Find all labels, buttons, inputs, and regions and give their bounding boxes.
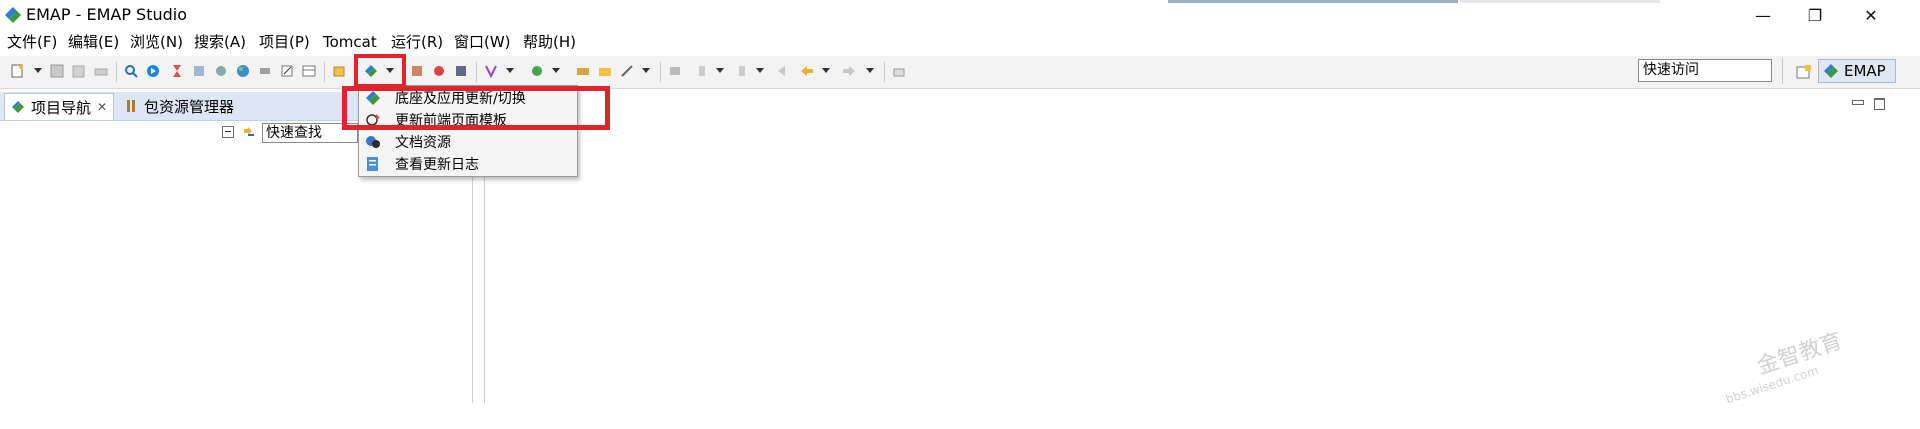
menu-item-document-resources[interactable]: 文档资源 <box>359 131 577 153</box>
close-tab-icon[interactable]: ✕ <box>97 100 107 114</box>
dropdown-arrow[interactable] <box>756 68 764 73</box>
tool-icon-5[interactable] <box>432 64 446 78</box>
hourglass-icon[interactable] <box>170 64 184 78</box>
update-log-icon <box>367 157 378 171</box>
open-folder-icon[interactable] <box>598 64 612 78</box>
restore-icon: ❐ <box>1807 5 1823 25</box>
new-dropdown-arrow[interactable] <box>34 68 42 73</box>
menu-tomcat[interactable]: Tomcat <box>323 32 377 52</box>
minimize-icon: — <box>1755 5 1771 25</box>
menu-browse[interactable]: 浏览(N) <box>130 32 183 52</box>
dropdown-arrow[interactable] <box>716 68 724 73</box>
tab-label: 包资源管理器 <box>144 97 235 116</box>
tab-project-navigator[interactable]: 项目导航 ✕ <box>4 93 115 120</box>
pin-editor-icon[interactable] <box>892 64 906 78</box>
last-edit-icon[interactable] <box>776 64 790 78</box>
menu-run[interactable]: 运行(R) <box>391 32 443 52</box>
toolbar-separator <box>884 62 885 82</box>
forward-dropdown-arrow[interactable] <box>866 68 874 73</box>
toolbar-separator <box>116 62 117 82</box>
table-icon[interactable] <box>302 64 316 78</box>
tool-icon-1[interactable] <box>192 64 206 78</box>
print-icon[interactable] <box>94 64 108 78</box>
menu-item-label: 文档资源 <box>395 135 451 151</box>
menu-item-label: 查看更新日志 <box>395 157 479 173</box>
menu-item-view-update-log[interactable]: 查看更新日志 <box>359 153 577 175</box>
title-bar <box>0 0 1920 30</box>
background-window-strip <box>1168 0 1458 3</box>
back-icon[interactable] <box>800 64 814 78</box>
tool-icon-6[interactable] <box>454 64 468 78</box>
menu-bar: 文件(F) 编辑(E) 浏览(N) 搜索(A) 项目(P) Tomcat 运行(… <box>0 30 1920 54</box>
menu-window[interactable]: 窗口(W) <box>454 32 511 52</box>
minimize-view-icon[interactable] <box>1852 100 1864 105</box>
tool-icon-4[interactable] <box>410 64 424 78</box>
tool-icon-8[interactable] <box>576 64 590 78</box>
editor-area <box>484 92 1920 403</box>
tool-icon-10[interactable] <box>668 64 682 78</box>
toolbar-separator <box>324 62 325 82</box>
project-navigator-icon <box>12 101 24 113</box>
emap-logo-icon <box>5 7 21 23</box>
menu-edit[interactable]: 编辑(E) <box>68 32 119 52</box>
menu-project[interactable]: 项目(P) <box>259 32 310 52</box>
tool-icon-9[interactable] <box>620 64 634 78</box>
forward-icon[interactable] <box>842 64 856 78</box>
save-icon[interactable] <box>50 64 64 78</box>
search-icon[interactable] <box>124 64 138 78</box>
quick-access-input[interactable]: 快速访问 <box>1638 59 1772 82</box>
open-perspective-icon[interactable] <box>1796 64 1812 80</box>
toolbar-separator <box>660 62 661 82</box>
perspective-label: EMAP <box>1844 62 1886 80</box>
prev-annotation-icon[interactable] <box>736 64 750 78</box>
emap-perspective-icon <box>1824 64 1838 78</box>
menu-help[interactable]: 帮助(H) <box>523 32 576 52</box>
maximize-view-icon[interactable] <box>1874 98 1885 110</box>
debug-icon[interactable] <box>530 64 544 78</box>
globe-icon[interactable] <box>236 64 250 78</box>
dropdown-arrow[interactable] <box>642 68 650 73</box>
back-dropdown-arrow[interactable] <box>822 68 830 73</box>
annotation-highlight-toolbar-button <box>354 54 406 88</box>
run-icon[interactable] <box>146 64 160 78</box>
close-icon: ✕ <box>1864 5 1878 25</box>
tab-package-explorer[interactable]: 包资源管理器 <box>118 93 240 119</box>
document-resource-icon <box>366 136 380 148</box>
next-annotation-icon[interactable] <box>696 64 710 78</box>
menu-file[interactable]: 文件(F) <box>7 32 57 52</box>
minimize-window-button[interactable]: — <box>1740 0 1786 30</box>
window-title: EMAP - EMAP Studio <box>26 5 188 24</box>
collapse-all-icon[interactable] <box>222 126 234 138</box>
toolbar-separator <box>476 62 477 82</box>
tool-icon-2[interactable] <box>214 64 228 78</box>
restore-window-button[interactable]: ❐ <box>1792 0 1838 30</box>
menu-search[interactable]: 搜索(A) <box>194 32 246 52</box>
package-icon[interactable] <box>332 64 346 78</box>
new-icon[interactable] <box>10 64 24 78</box>
annotation-highlight-menu-items <box>342 86 610 130</box>
edit-icon[interactable] <box>280 64 294 78</box>
link-with-editor-icon[interactable] <box>242 125 256 139</box>
emap-perspective-button[interactable]: EMAP <box>1818 59 1896 83</box>
dropdown-arrow[interactable] <box>506 68 514 73</box>
dropdown-arrow[interactable] <box>552 68 560 73</box>
tab-label: 项目导航 <box>31 98 92 117</box>
save-all-icon[interactable] <box>72 64 86 78</box>
package-explorer-icon <box>127 100 135 112</box>
background-window-strip-2 <box>1460 0 1660 3</box>
toolbar-separator <box>1782 58 1783 84</box>
tool-icon-7[interactable] <box>484 64 498 78</box>
main-toolbar <box>0 56 1920 89</box>
tool-icon-3[interactable] <box>258 64 272 78</box>
close-window-button[interactable]: ✕ <box>1848 0 1894 30</box>
